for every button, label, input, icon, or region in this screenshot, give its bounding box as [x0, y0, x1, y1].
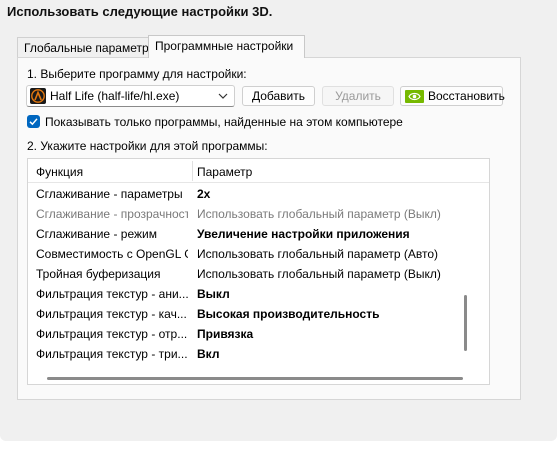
table-row[interactable]: Сглаживание - режим Увеличение настройки… [28, 224, 489, 244]
table-row[interactable]: Тройная буферизация Использовать глобаль… [28, 264, 489, 284]
row-value: Привязка [197, 327, 254, 341]
restore-button[interactable]: Восстановить [400, 86, 505, 106]
checkmark-icon [29, 118, 38, 126]
row-function: Фильтрация текстур - ани... [36, 287, 188, 301]
program-dropdown[interactable]: Half Life (half-life/hl.exe) [26, 85, 235, 107]
table-header: Функция Параметр [28, 159, 489, 183]
row-function: Совместимость с OpenGL GDI [36, 247, 188, 261]
row-value: Использовать глобальный параметр (Авто) [197, 247, 438, 261]
show-found-programs-checkbox[interactable] [27, 115, 40, 128]
vertical-scrollbar-thumb[interactable] [464, 295, 467, 351]
specify-settings-label: 2. Укажите настройки для этой программы: [27, 139, 268, 153]
row-value: Использовать глобальный параметр (Выкл) [197, 267, 441, 281]
row-function: Тройная буферизация [36, 267, 161, 281]
row-value: Увеличение настройки приложения [197, 227, 410, 241]
tab-program-settings[interactable]: Программные настройки [148, 35, 305, 58]
half-life-lambda-icon [30, 88, 46, 104]
selected-program: Half Life (half-life/hl.exe) [50, 89, 180, 103]
page-title: Использовать следующие настройки 3D. [7, 4, 273, 19]
row-function: Сглаживание - режим [36, 227, 157, 241]
row-function: Сглаживание - параметры [36, 187, 183, 201]
row-value: Использовать глобальный параметр (Выкл) [197, 207, 441, 221]
row-value: Вкл [197, 347, 220, 361]
restore-button-label: Восстановить [428, 89, 505, 103]
row-value: Высокая производительность [197, 307, 380, 321]
tab-global-settings[interactable]: Глобальные параметры [17, 37, 157, 57]
column-header-value[interactable]: Параметр [197, 165, 487, 179]
column-header-function[interactable]: Функция [36, 165, 188, 179]
table-row[interactable]: Сглаживание - параметры 2х [28, 184, 489, 204]
column-divider[interactable] [192, 161, 193, 181]
table-row[interactable]: Сглаживание - прозрачность Использовать … [28, 204, 489, 224]
row-value: 2х [197, 187, 211, 201]
delete-program-button[interactable]: Удалить [322, 86, 394, 106]
table-row[interactable]: Фильтрация текстур - отр... Привязка [28, 324, 489, 344]
row-function: Сглаживание - прозрачность [36, 207, 188, 221]
table-row[interactable]: Фильтрация текстур - ани... Выкл [28, 284, 489, 304]
add-program-button[interactable]: Добавить [242, 86, 315, 106]
horizontal-scrollbar-thumb[interactable] [47, 377, 463, 380]
table-row[interactable]: Совместимость с OpenGL GDI Использовать … [28, 244, 489, 264]
row-value: Выкл [197, 287, 230, 301]
chevron-down-icon [218, 90, 228, 100]
select-program-label: 1. Выберите программу для настройки: [27, 67, 247, 81]
row-function: Фильтрация текстур - кач... [36, 307, 187, 321]
table-row[interactable]: Фильтрация текстур - три... Вкл [28, 344, 489, 364]
settings-table[interactable]: Функция Параметр Сглаживание - параметры… [27, 158, 490, 385]
show-found-programs-label: Показывать только программы, найденные н… [45, 115, 403, 129]
row-function: Фильтрация текстур - три... [36, 347, 188, 361]
table-row[interactable]: Фильтрация текстур - кач... Высокая прои… [28, 304, 489, 324]
nvidia-icon [405, 90, 424, 103]
row-function: Фильтрация текстур - отр... [36, 327, 188, 341]
